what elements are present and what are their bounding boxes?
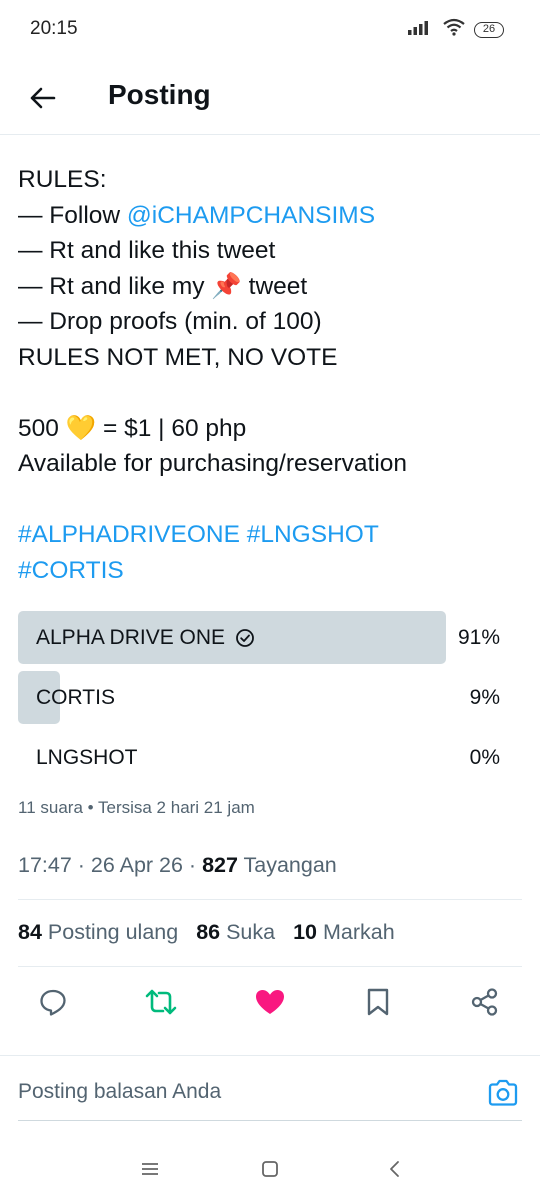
share-icon bbox=[471, 988, 498, 1016]
status-time: 20:15 bbox=[30, 18, 78, 39]
poll-option-label: LNGSHOT bbox=[36, 746, 138, 770]
tweet-text-segment: — Rt and like my bbox=[18, 272, 212, 300]
reposts-label: Posting ulang bbox=[41, 920, 179, 944]
tweet-text-segment: — Follow bbox=[18, 201, 127, 229]
reply-composer: Posting balasan Anda bbox=[0, 1055, 540, 1121]
camera-icon bbox=[488, 1079, 518, 1106]
recent-apps-button[interactable] bbox=[135, 1154, 165, 1184]
tweet-line: 500 💛 = $1 | 60 php bbox=[18, 411, 523, 447]
poll-percent: 9% bbox=[469, 686, 500, 709]
heart-filled-icon bbox=[256, 990, 284, 1014]
back-button[interactable] bbox=[22, 78, 62, 118]
action-bar bbox=[0, 980, 540, 1026]
share-button[interactable] bbox=[467, 984, 503, 1020]
post-timestamp: 17:47 · 26 Apr 26 · 827 Tayangan bbox=[18, 853, 337, 878]
bookmarks-count: 10 bbox=[293, 920, 318, 944]
camera-button[interactable] bbox=[486, 1076, 520, 1110]
poll-option[interactable]: CORTIS 9% bbox=[18, 671, 503, 724]
poll-option-label: ALPHA DRIVE ONE bbox=[36, 626, 255, 650]
menu-icon bbox=[142, 1163, 158, 1175]
back-arrow-icon bbox=[30, 87, 56, 109]
poll-percent: 91% bbox=[457, 626, 500, 649]
poll-meta: 11 suara • Tersisa 2 hari 21 jam bbox=[18, 798, 255, 817]
bookmark-button[interactable] bbox=[360, 984, 396, 1020]
bookmark-icon bbox=[367, 988, 389, 1016]
mention-link[interactable]: @iCHAMPCHANSIMS bbox=[127, 202, 375, 229]
views-label: Tayangan bbox=[237, 853, 337, 877]
hashtag-link[interactable]: #ALPHADRIVEONE #LNGSHOT bbox=[18, 517, 523, 553]
tweet-text-segment: 500 bbox=[18, 414, 66, 442]
poll-option-text: ALPHA DRIVE ONE bbox=[36, 626, 226, 649]
poll-option-text: LNGSHOT bbox=[36, 746, 138, 769]
tweet-line: Available for purchasing/reservation bbox=[18, 450, 408, 477]
poll-option[interactable]: LNGSHOT 0% bbox=[18, 731, 503, 784]
chevron-left-icon bbox=[390, 1161, 399, 1177]
reply-button[interactable] bbox=[35, 984, 71, 1020]
system-nav-bar bbox=[0, 1140, 540, 1200]
yellow-heart-emoji: 💛 bbox=[65, 414, 97, 442]
tweet-line: RULES: bbox=[18, 166, 107, 193]
hashtag-link[interactable]: #CORTIS bbox=[18, 553, 523, 589]
repost-button[interactable] bbox=[143, 984, 179, 1020]
pushpin-emoji: 📌 bbox=[211, 272, 242, 300]
bookmarks-label: Markah bbox=[317, 920, 395, 944]
reply-icon bbox=[40, 989, 66, 1016]
poll-option[interactable]: ALPHA DRIVE ONE 91% bbox=[18, 611, 503, 664]
tweet-text-segment: = $1 | 60 php bbox=[96, 414, 247, 442]
divider bbox=[18, 899, 522, 900]
repost-icon bbox=[145, 989, 177, 1015]
reply-input[interactable]: Posting balasan Anda bbox=[18, 1080, 221, 1104]
poll-option-text: CORTIS bbox=[36, 686, 115, 709]
reply-input-underline bbox=[18, 1120, 522, 1121]
check-circle-icon bbox=[236, 629, 254, 647]
square-icon bbox=[262, 1161, 278, 1177]
post-time-date[interactable]: 17:47 · 26 Apr 26 · bbox=[18, 853, 202, 877]
poll: ALPHA DRIVE ONE 91% CORTIS 9% LNGSHOT 0% bbox=[18, 611, 503, 791]
tweet-line: — Follow @iCHAMPCHANSIMS bbox=[18, 198, 523, 234]
status-icons: 26 bbox=[408, 18, 504, 41]
tweet-text-segment: tweet bbox=[241, 272, 308, 300]
likes-stat[interactable]: 86 Suka bbox=[196, 920, 275, 945]
likes-count: 86 bbox=[196, 920, 221, 944]
battery-icon: 26 bbox=[474, 21, 504, 38]
likes-label: Suka bbox=[220, 920, 276, 944]
tweet-line: — Rt and like my 📌 tweet bbox=[18, 269, 523, 305]
tweet-line: — Drop proofs (min. of 100) bbox=[18, 308, 322, 335]
page-title: Posting bbox=[108, 79, 211, 110]
tweet-text: RULES: — Follow @iCHAMPCHANSIMS — Rt and… bbox=[18, 162, 523, 588]
reposts-count: 84 bbox=[18, 920, 42, 944]
poll-option-label: CORTIS bbox=[36, 686, 115, 710]
poll-percent: 0% bbox=[469, 746, 500, 769]
tweet-line: — Rt and like this tweet bbox=[18, 237, 276, 264]
home-button[interactable] bbox=[255, 1154, 285, 1184]
tweet-line: RULES NOT MET, NO VOTE bbox=[18, 343, 338, 371]
engagement-stats: 84 Posting ulang 86 Suka 10 Markah bbox=[18, 920, 395, 945]
reposts-stat[interactable]: 84 Posting ulang bbox=[18, 920, 178, 945]
system-back-button[interactable] bbox=[380, 1154, 410, 1184]
views-count: 827 bbox=[202, 853, 238, 877]
wifi-icon bbox=[442, 18, 466, 41]
status-bar: 20:15 26 bbox=[0, 0, 540, 60]
divider bbox=[18, 966, 522, 967]
signal-icon bbox=[408, 19, 434, 40]
header: Posting bbox=[0, 60, 540, 135]
bookmarks-stat[interactable]: 10 Markah bbox=[293, 920, 395, 945]
like-button[interactable] bbox=[252, 984, 288, 1020]
